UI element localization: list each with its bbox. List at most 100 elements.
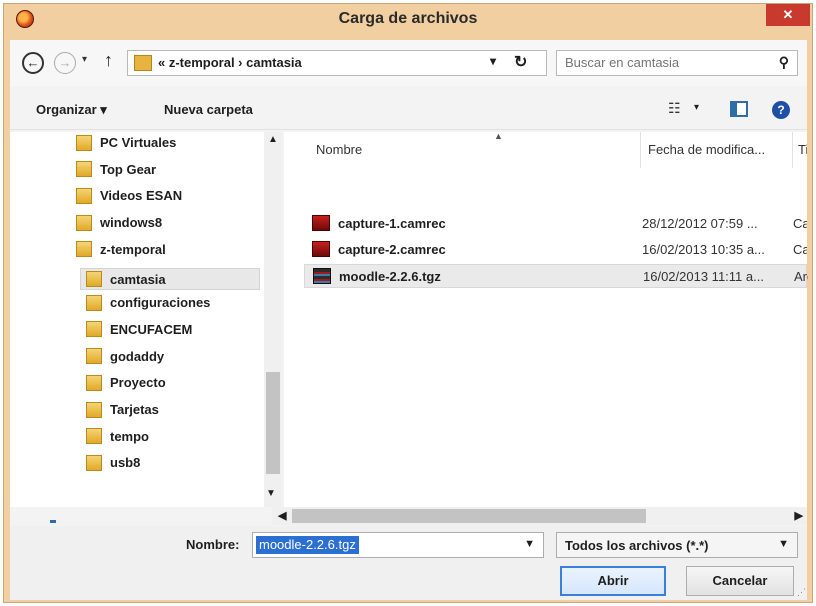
scrollbar-thumb[interactable] [266,372,280,474]
recent-locations-dropdown[interactable]: ▾ [82,54,87,65]
chevron-down-icon[interactable]: ▼ [778,538,789,550]
search-icon[interactable]: ⚲ [779,54,789,71]
file-type: Arc [794,269,808,284]
sidebar-item[interactable]: z-temporal [76,241,166,263]
open-button[interactable]: Abrir [560,566,666,596]
breadcrumb[interactable]: « z-temporal › camtasia [158,55,302,70]
preview-pane-icon[interactable] [730,101,748,117]
column-name-label: Nombre [316,142,363,157]
column-header-name[interactable]: ▲ Nombre [316,132,638,168]
folder-icon [134,55,152,71]
title-bar: Carga de archivos ✕ [4,4,812,34]
sidebar-item[interactable]: Videos ESAN [76,187,182,209]
sidebar-item-label: ENCUFACEM [110,321,193,337]
folder-icon [86,374,102,391]
archive-file-icon [313,268,331,284]
file-name-value[interactable]: moodle-2.2.6.tgz [256,536,359,554]
file-upload-dialog: Carga de archivos ✕ ← → ▾ ↑ « z-temporal… [3,3,813,603]
column-divider[interactable] [640,132,641,168]
column-header-date[interactable]: Fecha de modifica... [648,132,790,168]
horizontal-scrollbar[interactable]: ◀ ▶ [272,507,807,525]
sidebar-item[interactable]: Proyecto [86,374,166,396]
sidebar-item-label: Tarjetas [110,402,159,418]
folder-icon [86,348,102,365]
sidebar-item[interactable]: PC Virtuales [76,134,176,156]
folder-icon [86,428,102,445]
column-divider[interactable] [792,132,793,168]
folder-icon [86,271,102,288]
sidebar-item[interactable]: ENCUFACEM [86,321,192,343]
dialog-content: ← → ▾ ↑ « z-temporal › camtasia ▾ ↻ ⚲ Or… [10,40,808,600]
nav-indicator [50,520,56,523]
back-button[interactable]: ← [22,52,44,74]
file-type: Car [793,216,807,231]
sidebar-item-label: z-temporal [100,241,166,257]
file-row[interactable]: moodle-2.2.6.tgz 16/02/2013 11:11 a... Arc [304,264,808,288]
sidebar-item-label: windows8 [100,215,163,231]
folder-icon [86,454,102,471]
sidebar-item[interactable]: windows8 [76,214,162,236]
refresh-button[interactable]: ↻ [514,52,527,72]
new-folder-button[interactable]: Nueva carpeta [164,102,253,117]
address-dropdown-button[interactable]: ▾ [490,54,496,68]
file-list: ▲ Nombre Fecha de modifica... Tip captur… [284,132,808,507]
dialog-title: Carga de archivos [338,10,478,27]
cancel-button[interactable]: Cancelar [686,566,794,596]
navigation-bar: ← → ▾ ↑ « z-temporal › camtasia ▾ ↻ ⚲ [10,40,807,86]
scroll-up-icon[interactable]: ▲ [268,134,278,145]
close-button[interactable]: ✕ [766,4,810,26]
forward-button[interactable]: → [54,52,76,74]
folder-icon [86,401,102,418]
scroll-down-icon[interactable]: ▼ [266,488,276,499]
sidebar-item[interactable]: camtasia [80,267,260,290]
file-row[interactable]: capture-2.camrec 16/02/2013 10:35 a... Car [304,238,807,262]
sidebar-item-label: configuraciones [110,295,211,311]
sidebar-item-label: godaddy [110,348,165,364]
help-icon[interactable]: ? [772,101,790,119]
command-toolbar: Organizar ▾ Nueva carpeta ☷ ▾ ? [10,90,807,130]
sidebar-item[interactable]: godaddy [86,348,164,370]
folder-icon [86,294,102,311]
file-name-field[interactable]: moodle-2.2.6.tgz ▼ [252,532,544,558]
folder-icon [76,214,92,231]
file-row[interactable]: capture-1.camrec 28/12/2012 07:59 ... Car [304,212,807,236]
scrollbar-thumb[interactable] [292,509,646,523]
search-input[interactable] [565,55,765,70]
sidebar-item[interactable]: Top Gear [76,161,156,183]
view-options-icon[interactable]: ☷ [668,100,681,117]
folder-icon [76,161,92,178]
sidebar-item-label: Videos ESAN [100,188,183,204]
view-dropdown-icon[interactable]: ▾ [694,102,699,113]
file-type-filter[interactable]: Todos los archivos (*.*) ▼ [556,532,798,558]
camrec-file-icon [312,215,330,231]
search-box[interactable]: ⚲ [556,50,798,76]
sidebar-item-label: usb8 [110,455,141,471]
sidebar-item[interactable]: configuraciones [86,294,210,316]
file-type: Car [793,242,807,257]
column-date-label: Fecha de modifica... [648,142,766,157]
sidebar-item[interactable]: tempo [86,428,149,450]
file-name-label: Nombre: [186,537,240,552]
sort-ascending-icon: ▲ [494,132,503,141]
chevron-down-icon[interactable]: ▼ [524,538,535,550]
resize-grip-icon[interactable]: ⋰ [797,587,806,598]
sidebar-item-label: Top Gear [100,161,157,177]
column-header-type[interactable]: Tip [798,132,807,168]
scroll-right-icon[interactable]: ▶ [795,509,803,522]
address-bar[interactable]: « z-temporal › camtasia ▾ ↻ [127,50,547,76]
organize-button[interactable]: Organizar ▾ [36,102,107,118]
sidebar-item-label: camtasia [110,271,166,287]
sidebar-item-label: Proyecto [110,375,166,391]
file-date: 16/02/2013 10:35 a... [642,242,765,257]
scroll-left-icon[interactable]: ◀ [278,509,286,522]
file-name: capture-2.camrec [338,242,446,257]
file-type-value[interactable]: Todos los archivos (*.*) [565,538,709,553]
navigation-scrollbar[interactable]: ▲ ▼ [264,132,282,507]
column-type-label: Tip [798,142,807,157]
folder-icon [76,187,92,204]
sidebar-item[interactable]: usb8 [86,454,140,476]
up-button[interactable]: ↑ [104,50,113,71]
folder-icon [86,321,102,338]
file-name: capture-1.camrec [338,216,446,231]
sidebar-item[interactable]: Tarjetas [86,401,159,423]
